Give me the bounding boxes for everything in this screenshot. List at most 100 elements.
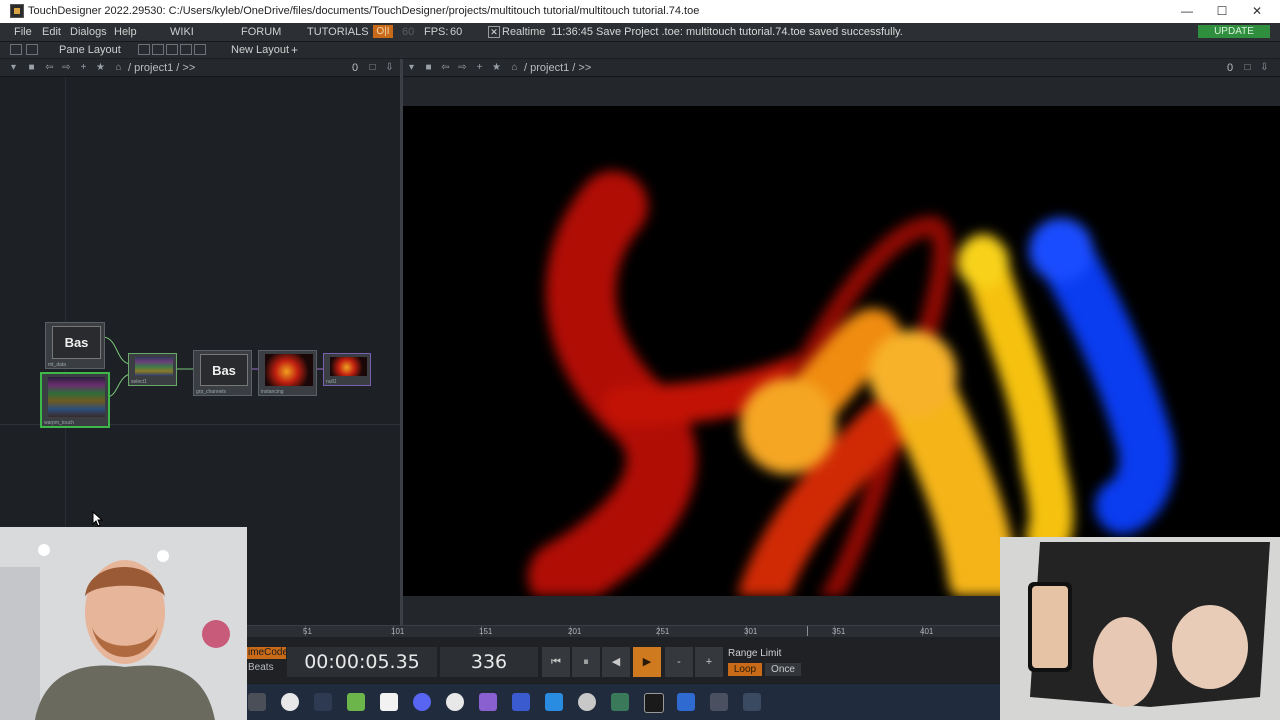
pane-type-icon[interactable]: ■ (25, 61, 38, 74)
webcam-presenter (0, 527, 247, 720)
add-layout-button[interactable]: + (291, 43, 298, 57)
maximize-pane-icon[interactable]: □ (1241, 61, 1254, 74)
vscode-blue-icon[interactable] (545, 693, 563, 711)
step-back-button[interactable]: - (665, 647, 693, 677)
play-reverse-button[interactable]: ◀ (602, 647, 630, 677)
menu-edit[interactable]: Edit (42, 26, 61, 38)
fps-label: FPS: (424, 26, 449, 38)
timecode-display[interactable]: 00:00:05.35 (287, 647, 437, 677)
back-icon[interactable]: ⇦ (439, 61, 452, 74)
home-icon[interactable]: + (77, 61, 90, 74)
node-thumbnail: Bas (200, 354, 248, 386)
node-null1[interactable]: null1 (323, 353, 371, 386)
touchdesigner-icon[interactable] (248, 693, 266, 711)
network-icon[interactable]: ⌂ (112, 61, 125, 74)
node-instancing[interactable]: instancing (258, 350, 317, 396)
node-grp-channels[interactable]: Bas grp_channels (193, 350, 252, 396)
timecode-mode-button[interactable]: imeCode (247, 647, 286, 659)
window-title: TouchDesigner 2022.29530: C:/Users/kyleb… (28, 5, 700, 17)
obs-icon[interactable] (281, 693, 299, 711)
maximize-pane-icon[interactable]: □ (366, 61, 379, 74)
forward-icon[interactable]: ⇨ (60, 61, 73, 74)
fps-value: 60 (450, 26, 463, 38)
layout-triple-icon[interactable] (180, 44, 192, 55)
visual-studio-icon[interactable] (479, 693, 497, 711)
image-icon[interactable] (10, 44, 22, 55)
layout-toolbar: Pane Layout New Layout + (0, 42, 1280, 58)
pane-down-icon[interactable]: ⇩ (383, 61, 396, 74)
menu-file[interactable]: File (14, 26, 32, 38)
network-path[interactable]: / project1 / >> (128, 62, 195, 74)
minecraft-icon[interactable] (347, 693, 365, 711)
node-mt-data[interactable]: Bas mt_data (45, 322, 105, 369)
close-button[interactable]: ✕ (1240, 2, 1274, 20)
node-thumbnail (330, 357, 367, 376)
frame-display[interactable]: 336 (440, 647, 538, 677)
once-button[interactable]: Once (765, 663, 801, 676)
forum-button[interactable]: FORUM (241, 26, 281, 38)
vscode-icon[interactable] (512, 693, 530, 711)
realtime-checkbox[interactable]: ✕ (488, 26, 500, 38)
new-layout-button[interactable]: New Layout (231, 44, 289, 56)
discord-icon[interactable] (413, 693, 431, 711)
layout-single-icon[interactable] (138, 44, 150, 55)
network-icon[interactable]: ⌂ (508, 61, 521, 74)
range-limit-label: Range Limit (728, 648, 782, 659)
app-icon[interactable] (314, 693, 332, 711)
perform-mode-button[interactable]: O|I (373, 25, 393, 38)
pane-down-icon[interactable]: ⇩ (1258, 61, 1271, 74)
status-message: 11:36:45 Save Project .toe: multitouch t… (551, 26, 903, 38)
pane-menu-icon[interactable]: ▾ (405, 61, 418, 74)
transport-bar: imeCode Beats 00:00:05.35 336 ⏮ ⏸ ◀ ▶ - … (247, 637, 1000, 683)
notion-icon[interactable] (380, 693, 398, 711)
viewer-path[interactable]: / project1 / >> (524, 62, 591, 74)
pane-layout-label: Pane Layout (59, 44, 121, 56)
share-icon[interactable] (743, 693, 761, 711)
update-button[interactable]: UPDATE (1198, 25, 1270, 38)
menu-dialogs[interactable]: Dialogs (70, 26, 107, 38)
node-name: mt_data (48, 362, 67, 368)
maximize-button[interactable]: ☐ (1205, 2, 1239, 20)
render-output (403, 106, 1280, 596)
pane-menu-icon[interactable]: ▾ (7, 61, 20, 74)
playhead[interactable] (807, 626, 808, 636)
pane-type-icon[interactable]: ■ (422, 61, 435, 74)
loop-button[interactable]: Loop (728, 663, 762, 676)
home-icon[interactable]: + (473, 61, 486, 74)
forward-icon[interactable]: ⇨ (456, 61, 469, 74)
app4-icon[interactable] (710, 693, 728, 711)
webcam-hands (1000, 537, 1280, 720)
back-icon[interactable]: ⇦ (43, 61, 56, 74)
app3-icon[interactable] (677, 693, 695, 711)
step-forward-button[interactable]: + (695, 647, 723, 677)
bookmark-icon[interactable]: ★ (490, 61, 503, 74)
app2-icon[interactable] (611, 693, 629, 711)
wiki-button[interactable]: WIKI (170, 26, 194, 38)
layout-split-h-icon[interactable] (166, 44, 178, 55)
layout-quad-icon[interactable] (194, 44, 206, 55)
layout-split-v-icon[interactable] (152, 44, 164, 55)
node-name: null1 (326, 379, 337, 385)
go-to-start-button[interactable]: ⏮ (542, 647, 570, 677)
webcam-presenter-image (0, 527, 247, 720)
beats-mode-button[interactable]: Beats (248, 662, 274, 673)
tutorials-button[interactable]: TUTORIALS (307, 26, 369, 38)
menu-help[interactable]: Help (114, 26, 137, 38)
bookmark-icon[interactable]: ★ (94, 61, 107, 74)
export-icon[interactable] (26, 44, 38, 55)
chrome-icon[interactable] (578, 693, 596, 711)
node-thumbnail (48, 377, 105, 417)
touchdesigner-app-icon (10, 4, 24, 18)
timeline-ruler[interactable]: 51 101 151 201 251 301 351 401 (247, 625, 1000, 637)
node-warpm-touch[interactable]: warpm_touch (40, 372, 110, 428)
mouse-cursor-icon (92, 511, 104, 527)
node-name: select1 (131, 379, 147, 385)
tick-label: 251 (656, 627, 670, 636)
slack-icon[interactable] (446, 693, 464, 711)
play-button[interactable]: ▶ (633, 647, 661, 677)
pause-button[interactable]: ⏸ (572, 647, 600, 677)
realtime-label: Realtime (502, 26, 546, 38)
minimize-button[interactable]: — (1170, 2, 1204, 20)
node-select1[interactable]: select1 (128, 353, 177, 386)
terminal-icon[interactable] (644, 693, 664, 713)
